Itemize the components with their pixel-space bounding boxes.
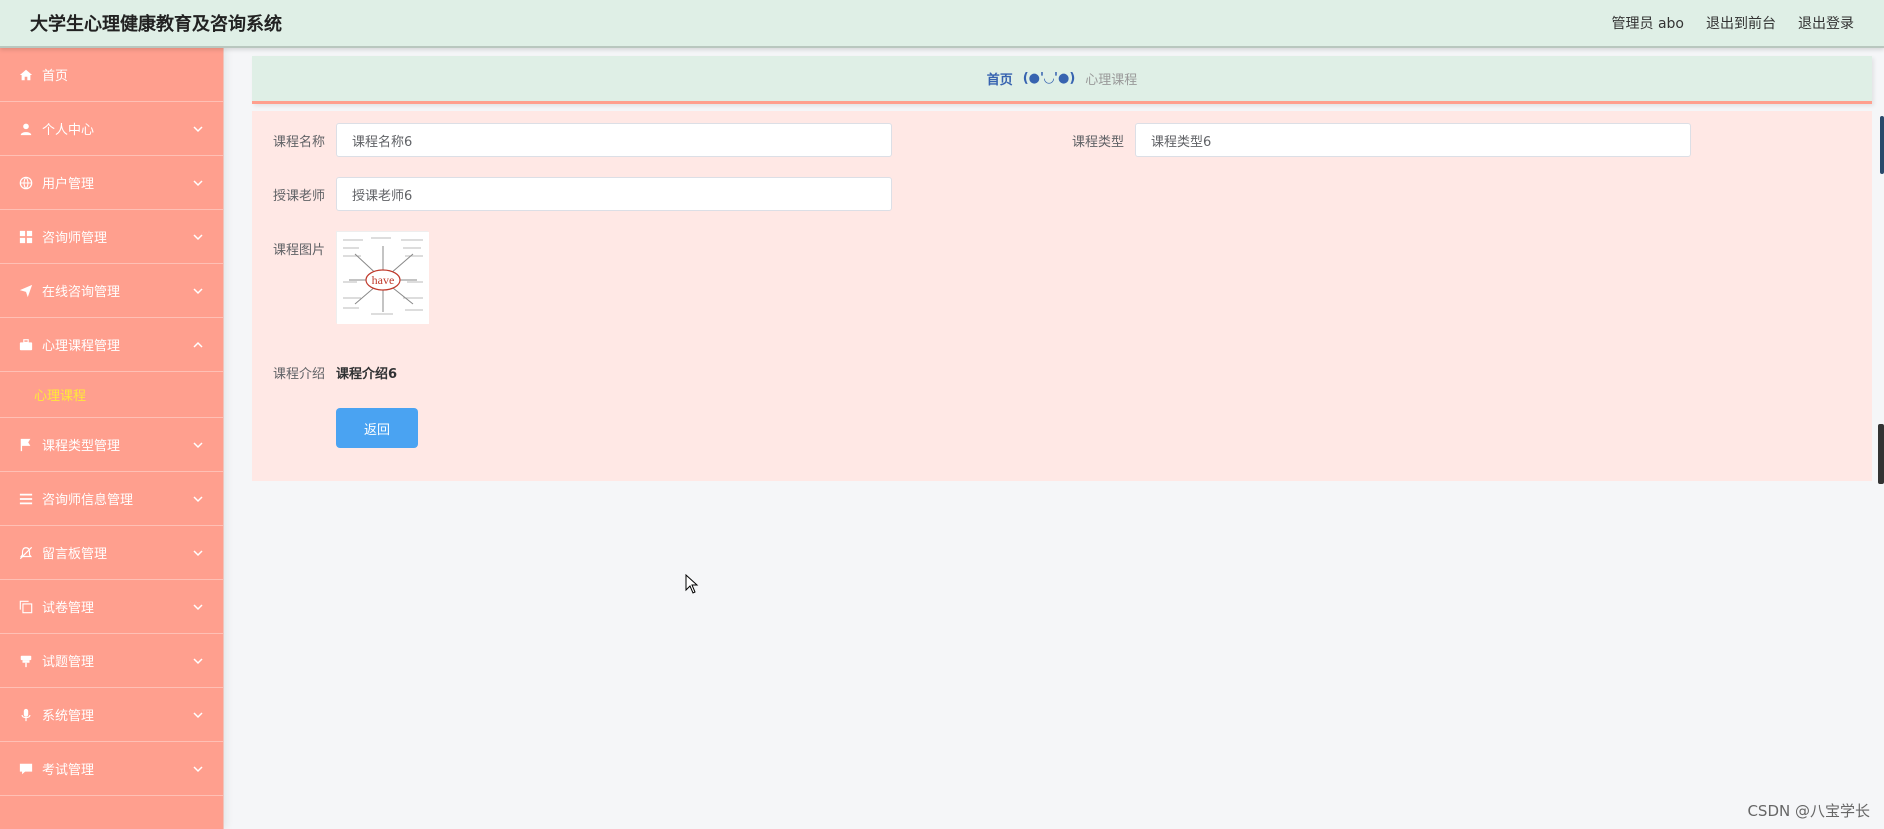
chevron-down-icon xyxy=(193,123,203,133)
sidebar-item-course-type-management[interactable]: 课程类型管理 xyxy=(0,418,223,472)
chevron-down-icon xyxy=(193,709,203,719)
mouse-cursor-icon xyxy=(685,574,699,594)
sidebar-item-label: 个人中心 xyxy=(42,123,95,138)
sidebar-item-label: 咨询师管理 xyxy=(42,231,108,246)
sidebar-item-personal-center[interactable]: 个人中心 xyxy=(0,102,223,156)
sidebar: 首页 个人中心 用户管理 咨询师管理 在线咨询管理 心理课程管理 心理课程 课程… xyxy=(0,48,224,829)
chevron-down-icon xyxy=(193,601,203,611)
scrollbar-handle[interactable] xyxy=(1880,116,1884,174)
chevron-up-icon xyxy=(193,339,203,349)
sidebar-item-label: 系统管理 xyxy=(42,709,95,724)
watermark: CSDN @八宝学长 xyxy=(1747,802,1870,820)
chevron-down-icon xyxy=(193,655,203,665)
course-intro-label: 课程介绍 xyxy=(272,367,325,382)
sidebar-item-exam-paper-management[interactable]: 试卷管理 xyxy=(0,580,223,634)
breadcrumb: 首页 (●'◡'●) 心理课程 xyxy=(252,56,1872,104)
user-icon xyxy=(18,121,34,137)
chevron-down-icon xyxy=(193,439,203,449)
course-detail-panel xyxy=(252,111,1872,481)
course-type-field[interactable]: 课程类型6 xyxy=(1135,123,1691,157)
sidebar-item-label: 用户管理 xyxy=(42,177,95,192)
scrollbar-handle-secondary[interactable] xyxy=(1878,424,1884,484)
course-intro-value: 课程介绍6 xyxy=(336,367,398,382)
sidebar-item-message-board-management[interactable]: 留言板管理 xyxy=(0,526,223,580)
sidebar-item-label: 心理课程管理 xyxy=(42,339,121,354)
course-type-label: 课程类型 xyxy=(1071,135,1124,150)
chat-icon xyxy=(18,761,34,777)
course-image-label: 课程图片 xyxy=(272,243,325,258)
app-title: 大学生心理健康教育及咨询系统 xyxy=(30,14,282,35)
copy-icon xyxy=(18,599,34,615)
chevron-down-icon xyxy=(193,231,203,241)
sidebar-item-label: 课程类型管理 xyxy=(42,439,121,454)
course-name-label: 课程名称 xyxy=(272,135,325,150)
send-icon xyxy=(18,283,34,299)
teacher-label: 授课老师 xyxy=(272,189,325,204)
sidebar-item-counselor-info-management[interactable]: 咨询师信息管理 xyxy=(0,472,223,526)
sidebar-item-user-management[interactable]: 用户管理 xyxy=(0,156,223,210)
sidebar-item-label: 试卷管理 xyxy=(42,601,95,616)
pin-icon xyxy=(18,653,34,669)
course-name-field[interactable]: 课程名称6 xyxy=(336,123,892,157)
top-right-links: 管理员 abo 退出到前台 退出登录 xyxy=(1612,13,1854,33)
mic-icon xyxy=(18,707,34,723)
sidebar-item-label: 首页 xyxy=(42,69,69,84)
sidebar-item-label: 在线咨询管理 xyxy=(42,285,121,300)
bell-off-icon xyxy=(18,545,34,561)
home-icon xyxy=(18,67,34,83)
chevron-down-icon xyxy=(193,547,203,557)
course-image: have xyxy=(336,231,429,324)
sidebar-item-online-consult-management[interactable]: 在线咨询管理 xyxy=(0,264,223,318)
briefcase-icon xyxy=(18,337,34,353)
grid-icon xyxy=(18,229,34,245)
breadcrumb-home[interactable]: 首页 xyxy=(987,69,1013,88)
chevron-down-icon xyxy=(193,177,203,187)
course-image-graphic: have xyxy=(337,232,429,324)
sidebar-item-label: 试题管理 xyxy=(42,655,95,670)
list-icon xyxy=(18,491,34,507)
sidebar-item-exam-management[interactable]: 考试管理 xyxy=(0,742,223,796)
course-image-word: have xyxy=(372,273,395,287)
chevron-down-icon xyxy=(193,763,203,773)
breadcrumb-separator: (●'◡'●) xyxy=(1022,71,1076,86)
top-bar: 大学生心理健康教育及咨询系统 管理员 abo 退出到前台 退出登录 xyxy=(0,0,1884,48)
sidebar-item-home[interactable]: 首页 xyxy=(0,48,223,102)
back-button[interactable]: 返回 xyxy=(336,408,418,448)
teacher-field[interactable]: 授课老师6 xyxy=(336,177,892,211)
sidebar-item-label: 留言板管理 xyxy=(42,547,108,562)
sidebar-subitem-label: 心理课程 xyxy=(34,389,87,404)
sidebar-item-psych-course-management[interactable]: 心理课程管理 xyxy=(0,318,223,372)
sidebar-item-label: 考试管理 xyxy=(42,763,95,778)
sidebar-item-label: 咨询师信息管理 xyxy=(42,493,134,508)
flag-icon xyxy=(18,437,34,453)
breadcrumb-current: 心理课程 xyxy=(1085,73,1138,88)
chevron-down-icon xyxy=(193,493,203,503)
sidebar-item-system-management[interactable]: 系统管理 xyxy=(0,688,223,742)
chevron-down-icon xyxy=(193,285,203,295)
globe-icon xyxy=(18,175,34,191)
exit-to-front-link[interactable]: 退出到前台 xyxy=(1706,13,1776,33)
sidebar-item-counselor-management[interactable]: 咨询师管理 xyxy=(0,210,223,264)
sidebar-subitem-psych-course[interactable]: 心理课程 xyxy=(0,372,223,418)
admin-user-label: 管理员 abo xyxy=(1611,16,1684,32)
sidebar-item-question-management[interactable]: 试题管理 xyxy=(0,634,223,688)
logout-link[interactable]: 退出登录 xyxy=(1798,13,1854,33)
